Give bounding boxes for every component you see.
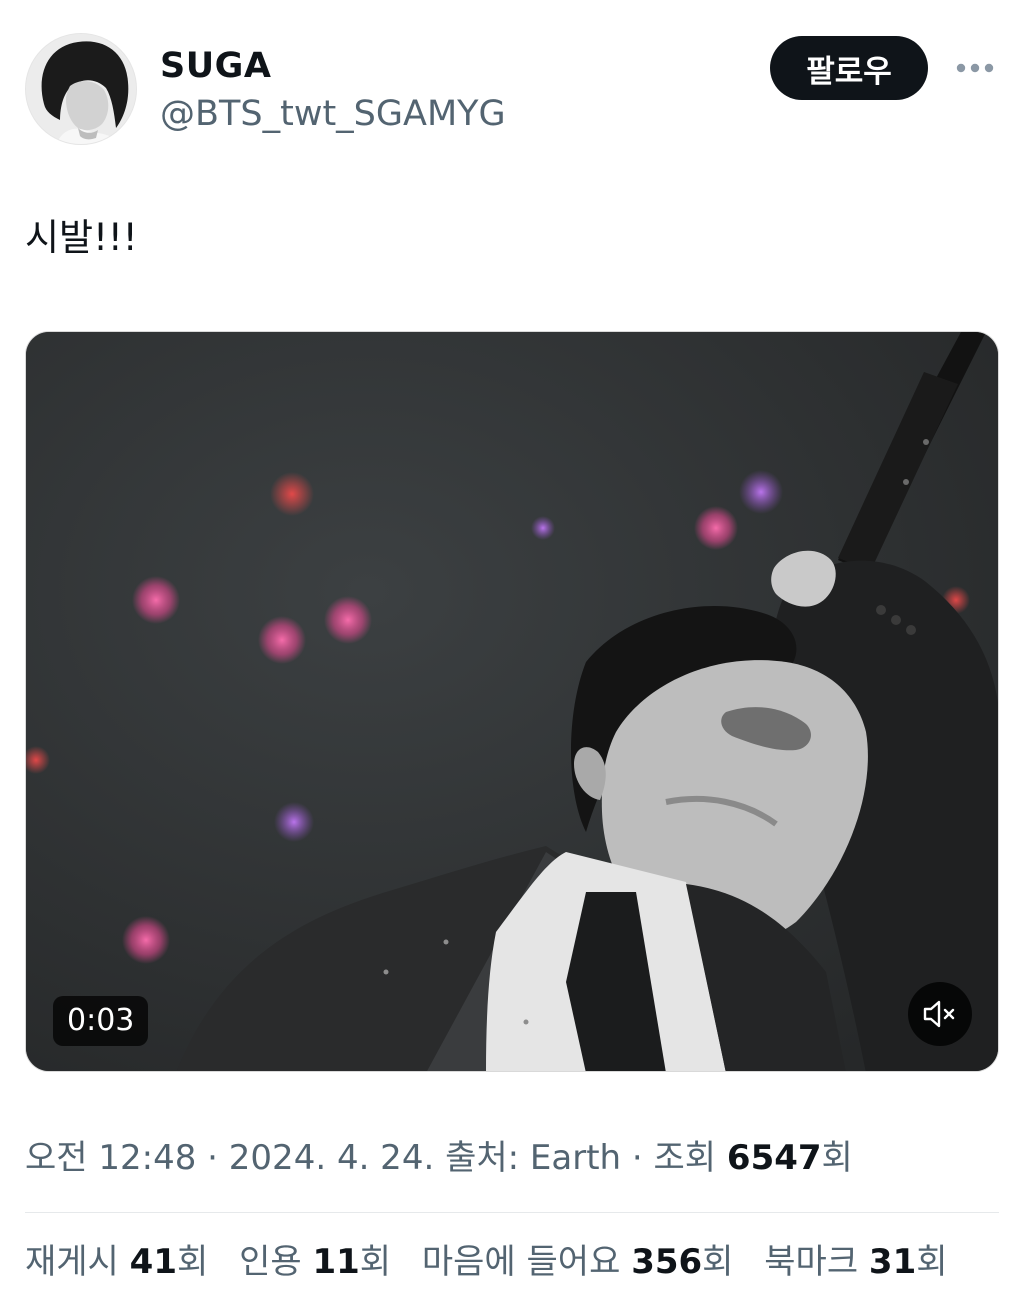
- views-count: 6547: [726, 1138, 822, 1178]
- quotes-label: 인용: [239, 1242, 302, 1282]
- quotes-unit: 회: [359, 1242, 392, 1282]
- video-duration: 0:03: [53, 996, 149, 1046]
- retweets-stat[interactable]: 재게시 41회: [25, 1238, 208, 1286]
- likes-stat[interactable]: 마음에 들어요 356회: [422, 1238, 734, 1286]
- views-unit: 회: [821, 1138, 853, 1178]
- display-name[interactable]: SUGA: [160, 44, 271, 88]
- video-player[interactable]: 0:03: [25, 331, 999, 1072]
- likes-count: 356: [631, 1242, 703, 1282]
- quotes-count: 11: [312, 1242, 360, 1282]
- mute-toggle-button[interactable]: [908, 982, 972, 1046]
- user-avatar[interactable]: [25, 33, 137, 145]
- meta-separator: ·: [631, 1138, 643, 1178]
- retweets-count: 41: [129, 1242, 177, 1282]
- likes-unit: 회: [702, 1242, 734, 1282]
- user-handle[interactable]: @BTS_twt_SGAMYG: [160, 92, 506, 136]
- retweets-label: 재게시: [25, 1242, 119, 1282]
- tweet-header: SUGA @BTS_twt_SGAMYG 팔로우: [0, 0, 1024, 170]
- tweet-time[interactable]: 오전 12:48: [25, 1138, 196, 1178]
- more-horizontal-icon: [956, 63, 994, 73]
- avatar-image: [26, 34, 136, 144]
- video-frame: [26, 332, 998, 1071]
- source-label: 출처:: [445, 1138, 520, 1178]
- views-count-group[interactable]: 6547회: [727, 1138, 853, 1178]
- quotes-stat[interactable]: 인용 11회: [239, 1238, 391, 1286]
- tweet-text: 시발!!!: [25, 216, 138, 259]
- more-options-button[interactable]: [952, 50, 998, 86]
- views-label: 조회: [653, 1138, 717, 1178]
- bookmarks-unit: 회: [916, 1242, 948, 1282]
- retweets-unit: 회: [176, 1242, 209, 1282]
- engagement-stats: 재게시 41회 인용 11회 마음에 들어요 356회 북마크 31회: [25, 1238, 968, 1286]
- likes-label: 마음에 들어요: [421, 1242, 621, 1282]
- bookmarks-count: 31: [868, 1242, 917, 1282]
- tweet-metadata: 오전 12:48 · 2024. 4. 24. 출처: Earth · 조회 6…: [25, 1134, 853, 1182]
- bookmarks-label: 북마크: [764, 1242, 859, 1282]
- follow-button[interactable]: 팔로우: [770, 36, 928, 100]
- bookmarks-stat[interactable]: 북마크 31회: [764, 1238, 947, 1286]
- tweet-date[interactable]: 2024. 4. 24.: [229, 1138, 434, 1178]
- speaker-muted-icon: [923, 1000, 955, 1028]
- divider: [25, 1212, 999, 1213]
- tweet-source: Earth: [529, 1138, 622, 1178]
- meta-separator: ·: [207, 1138, 218, 1178]
